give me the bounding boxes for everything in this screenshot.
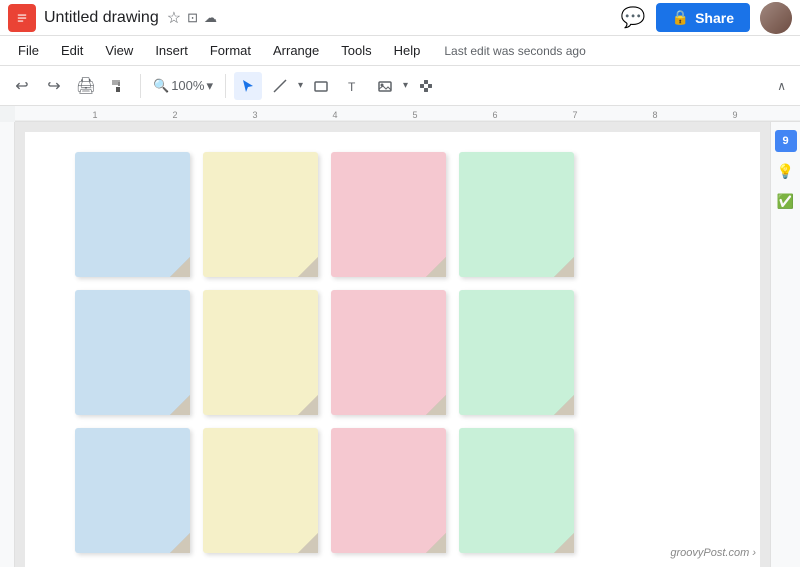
sticky-note-r3c4[interactable] — [459, 428, 574, 553]
sticky-note-r1c1[interactable] — [75, 152, 190, 277]
main-area: groovyPost.com › 9 💡 ✅ — [0, 122, 800, 567]
collapse-toolbar-button[interactable]: ∧ — [771, 77, 792, 95]
sidebar-checkmark-icon[interactable]: ✅ — [775, 190, 797, 212]
separator-2 — [225, 74, 226, 98]
last-edit-status: Last edit was seconds ago — [444, 44, 585, 58]
image-dropdown-arrow[interactable]: ▾ — [403, 80, 408, 91]
left-ruler — [0, 122, 15, 567]
ruler-svg: 1 2 3 4 5 6 7 8 9 — [15, 106, 800, 121]
titlebar-right: 💬 🔒 Share — [621, 2, 792, 34]
svg-text:4: 4 — [332, 110, 337, 120]
paint-format-button[interactable] — [104, 72, 132, 100]
line-tool-button[interactable] — [266, 72, 294, 100]
chevron-down-icon: ▾ — [206, 78, 213, 94]
ruler: 1 2 3 4 5 6 7 8 9 — [15, 106, 800, 122]
undo-button[interactable]: ↩ — [8, 72, 36, 100]
lock-icon: 🔒 — [672, 9, 689, 26]
menu-arrange[interactable]: Arrange — [263, 39, 329, 62]
drawing-canvas[interactable] — [25, 132, 760, 567]
sticky-note-r1c2[interactable] — [203, 152, 318, 277]
title-icons: ☆ ⊡ ☁ — [167, 8, 217, 28]
svg-text:9: 9 — [732, 110, 737, 120]
sticky-note-r1c3[interactable] — [331, 152, 446, 277]
menu-view[interactable]: View — [95, 39, 143, 62]
toolbar: ↩ ↪ 🖨 🔍 100% ▾ ▾ T ▾ ∧ — [0, 66, 800, 106]
sticky-note-r3c3[interactable] — [331, 428, 446, 553]
sticky-notes-grid — [75, 152, 579, 558]
share-button[interactable]: 🔒 Share — [656, 3, 750, 32]
chat-icon[interactable]: 💬 — [621, 5, 646, 30]
separator-1 — [140, 74, 141, 98]
cloud-icon[interactable]: ☁ — [204, 10, 217, 26]
avatar-image — [760, 2, 792, 34]
more-tools-button[interactable] — [412, 72, 440, 100]
image-tool-button[interactable] — [371, 72, 399, 100]
redo-button[interactable]: ↪ — [40, 72, 68, 100]
svg-text:6: 6 — [492, 110, 497, 120]
right-sidebar: 9 💡 ✅ — [770, 122, 800, 567]
zoom-icon: 🔍 — [153, 78, 169, 94]
svg-text:T: T — [348, 80, 356, 94]
svg-text:2: 2 — [172, 110, 177, 120]
sticky-note-r2c3[interactable] — [331, 290, 446, 415]
sticky-note-r2c1[interactable] — [75, 290, 190, 415]
select-tool-button[interactable] — [234, 72, 262, 100]
share-label: Share — [695, 10, 734, 26]
sidebar-lightbulb-icon[interactable]: 💡 — [775, 160, 797, 182]
sidebar-number-icon[interactable]: 9 — [775, 130, 797, 152]
sticky-note-r2c2[interactable] — [203, 290, 318, 415]
text-tool-button[interactable]: T — [339, 72, 367, 100]
sticky-note-r3c2[interactable] — [203, 428, 318, 553]
title-bar: Untitled drawing ☆ ⊡ ☁ 💬 🔒 Share — [0, 0, 800, 36]
print-button[interactable]: 🖨 — [72, 72, 100, 100]
menu-help[interactable]: Help — [384, 39, 431, 62]
canvas-area[interactable]: groovyPost.com › — [15, 122, 770, 567]
menu-file[interactable]: File — [8, 39, 49, 62]
sticky-note-r1c4[interactable] — [459, 152, 574, 277]
shape-tool-button[interactable] — [307, 72, 335, 100]
zoom-dropdown[interactable]: 🔍 100% ▾ — [149, 76, 217, 96]
document-title[interactable]: Untitled drawing — [44, 9, 159, 27]
sticky-note-r3c1[interactable] — [75, 428, 190, 553]
line-dropdown-arrow[interactable]: ▾ — [298, 80, 303, 91]
zoom-level: 100% — [171, 78, 204, 93]
menu-tools[interactable]: Tools — [331, 39, 381, 62]
app-icon[interactable] — [8, 4, 36, 32]
user-avatar[interactable] — [760, 2, 792, 34]
svg-text:1: 1 — [92, 110, 97, 120]
svg-text:3: 3 — [252, 110, 257, 120]
svg-text:8: 8 — [652, 110, 657, 120]
sticky-note-r2c4[interactable] — [459, 290, 574, 415]
menu-edit[interactable]: Edit — [51, 39, 93, 62]
svg-text:7: 7 — [572, 110, 577, 120]
menu-format[interactable]: Format — [200, 39, 261, 62]
folder-icon[interactable]: ⊡ — [187, 10, 198, 26]
menu-insert[interactable]: Insert — [145, 39, 198, 62]
star-icon[interactable]: ☆ — [167, 8, 181, 28]
svg-text:5: 5 — [412, 110, 417, 120]
watermark: groovyPost.com › — [670, 547, 756, 559]
menu-bar: File Edit View Insert Format Arrange Too… — [0, 36, 800, 66]
